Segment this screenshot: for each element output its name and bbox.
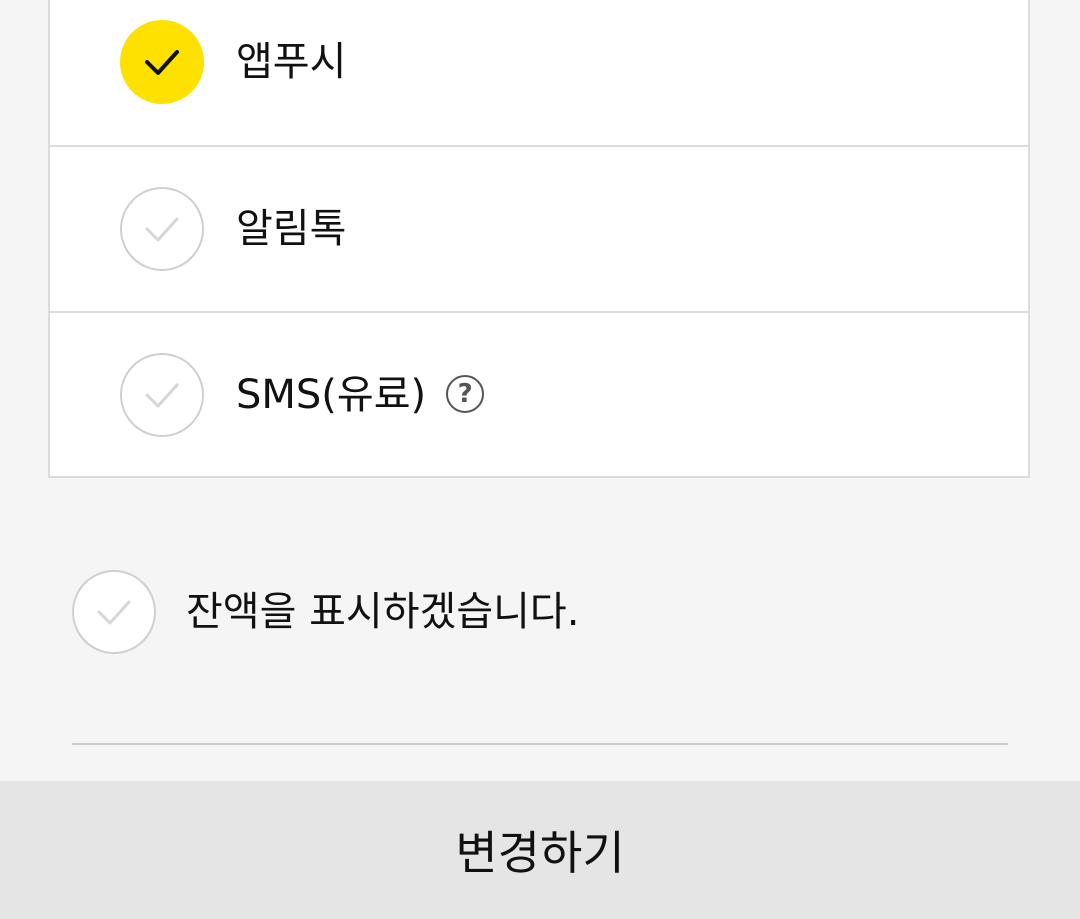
app-push-checkbox[interactable] (120, 20, 204, 104)
show-balance-label: 잔액을 표시하겠습니다. (186, 589, 580, 635)
app-push-label: 앱푸시 (236, 39, 347, 85)
help-icon[interactable]: ? (446, 375, 485, 413)
check-icon (145, 50, 179, 75)
show-balance-checkbox[interactable] (72, 570, 156, 654)
option-sms[interactable]: SMS(유료)? (50, 313, 1028, 479)
divider (72, 743, 1008, 745)
option-app-push[interactable]: 앱푸시 (50, 0, 1028, 147)
option-alimtalk[interactable]: 알림톡 (50, 147, 1028, 313)
notification-options-card: 앱푸시 알림톡 SMS(유료)? (48, 0, 1030, 478)
alimtalk-label: 알림톡 (236, 206, 347, 252)
alimtalk-checkbox[interactable] (120, 187, 204, 271)
check-icon (145, 217, 179, 242)
sms-checkbox[interactable] (120, 353, 204, 437)
sms-label-group: SMS(유료)? (236, 371, 485, 419)
change-button[interactable]: 변경하기 (0, 781, 1080, 919)
sms-label: SMS(유료) (236, 372, 427, 418)
check-icon (145, 383, 179, 408)
show-balance-option[interactable]: 잔액을 표시하겠습니다. (72, 570, 972, 654)
check-icon (97, 600, 131, 625)
